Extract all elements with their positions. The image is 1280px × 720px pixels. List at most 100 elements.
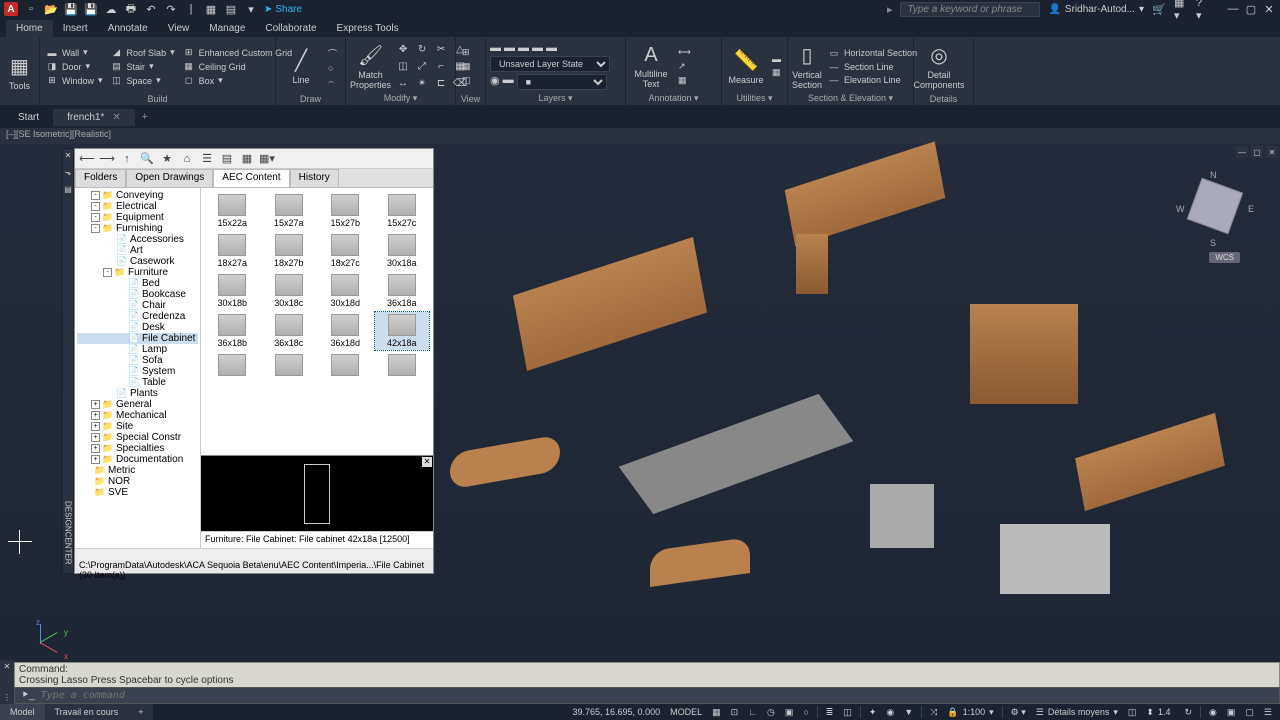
dc-grid[interactable]: 15x22a15x27a15x27b15x27c18x27a18x27b18x2… <box>201 188 433 455</box>
elev-val[interactable]: ⬍ 1.4 <box>1142 705 1178 719</box>
viewcube[interactable]: N S E W <box>1180 174 1250 244</box>
maximize-icon[interactable]: ▢ <box>1244 2 1258 16</box>
cmd-close-icon[interactable]: ✕ <box>4 662 11 671</box>
space-button[interactable]: ◫Space ▾ <box>109 74 177 87</box>
tree-item-lamp[interactable]: 📄Lamp <box>77 344 198 355</box>
line-button[interactable]: ╱Line <box>280 40 322 93</box>
dc-tab-open-drawings[interactable]: Open Drawings <box>126 169 213 187</box>
layer-icon4[interactable]: ▬ <box>532 42 543 54</box>
tree-item-electrical[interactable]: -📁Electrical <box>77 201 198 212</box>
ribbon-tab-collaborate[interactable]: Collaborate <box>255 20 326 37</box>
layer-state-select[interactable]: Unsaved Layer State <box>490 56 610 72</box>
dc-item-42x18a[interactable]: 42x18a <box>375 312 430 350</box>
layer-icon1[interactable]: ▬ <box>490 42 501 54</box>
trans-icon[interactable]: ◫ <box>839 705 856 719</box>
view2-icon[interactable]: ▦ <box>460 60 473 73</box>
grid-icon[interactable]: ▦ <box>708 705 725 719</box>
dc-fav-icon[interactable]: ★ <box>159 151 175 167</box>
plot-icon[interactable]: 🖶 <box>124 2 138 16</box>
layer-icon[interactable]: ▦ <box>204 2 218 16</box>
dc-item-18x27b[interactable]: 18x27b <box>262 232 317 270</box>
dc-close-icon[interactable]: ✕ <box>65 151 72 160</box>
dc-pin-icon[interactable]: ⬎ <box>65 168 72 177</box>
tree-item-documentation[interactable]: +📁Documentation <box>77 454 198 465</box>
ribbon-tab-insert[interactable]: Insert <box>53 20 98 37</box>
layer-c2[interactable]: ▬ <box>503 74 514 90</box>
close-icon[interactable]: ✕ <box>1262 2 1276 16</box>
fillet-icon[interactable]: ⌐ <box>433 59 449 73</box>
dc-tab-history[interactable]: History <box>290 169 339 187</box>
help-icon[interactable]: ? ▾ <box>1196 2 1210 16</box>
tree-item-credenza[interactable]: 📄Credenza <box>77 311 198 322</box>
dc-tree-icon[interactable]: ☰ <box>199 151 215 167</box>
tree-item-table[interactable]: 📄Table <box>77 377 198 388</box>
minimize-icon[interactable]: — <box>1226 2 1240 16</box>
vp-min-icon[interactable]: — <box>1236 146 1248 158</box>
tree-item-furnishing[interactable]: -📁Furnishing <box>77 223 198 234</box>
dc-item-15x27c[interactable]: 15x27c <box>375 192 430 230</box>
space-toggle[interactable]: MODEL <box>666 705 706 719</box>
vsection-button[interactable]: ▯Vertical Section <box>792 40 822 92</box>
view-label[interactable]: [‒][SE Isometric][Realistic] <box>0 128 1280 144</box>
replace-icon[interactable]: ↻ <box>1180 705 1196 719</box>
dc-item-18x27c[interactable]: 18x27c <box>318 232 373 270</box>
ribbon-tab-manage[interactable]: Manage <box>199 20 255 37</box>
mtext-button[interactable]: AMultiline Text <box>630 40 672 92</box>
trim-icon[interactable]: ✂ <box>433 42 449 56</box>
tree-item-metric[interactable]: 📁Metric <box>77 465 198 476</box>
polyline-icon[interactable]: ⌒ <box>326 46 339 61</box>
tree-item-system[interactable]: 📄System <box>77 366 198 377</box>
tab-start[interactable]: Start <box>4 109 53 126</box>
copy-icon[interactable]: ◫ <box>395 59 411 73</box>
wall-button[interactable]: ▬Wall ▾ <box>44 46 105 59</box>
tab-active[interactable]: french1*✕ <box>53 109 135 126</box>
lw-icon[interactable]: ≣ <box>822 705 838 719</box>
hardware-icon[interactable]: ▣ <box>1223 705 1240 719</box>
layer-icon2[interactable]: ▬ <box>504 42 515 54</box>
iso-icon[interactable]: ▣ <box>781 705 798 719</box>
table-icon[interactable]: ▦ <box>676 74 693 87</box>
ribbon-tab-view[interactable]: View <box>158 20 200 37</box>
tree-item-bed[interactable]: 📄Bed <box>77 278 198 289</box>
stretch-icon[interactable]: ↔ <box>395 76 411 90</box>
annoscale-icon[interactable]: ⤨ <box>926 705 941 719</box>
tree-item-file-cabinet[interactable]: 📄File Cabinet <box>77 333 198 344</box>
tree-item-sofa[interactable]: 📄Sofa <box>77 355 198 366</box>
tree-item-mechanical[interactable]: +📁Mechanical <box>77 410 198 421</box>
new-icon[interactable]: ▫ <box>24 2 38 16</box>
tree-item-general[interactable]: +📁General <box>77 399 198 410</box>
tree-item-bookcase[interactable]: 📄Bookcase <box>77 289 198 300</box>
redo-icon[interactable]: ↷ <box>164 2 178 16</box>
dc-search-icon[interactable]: 🔍 <box>139 151 155 167</box>
layers-panel-label[interactable]: Layers ▾ <box>490 92 621 105</box>
dc-views-icon[interactable]: ▦▾ <box>259 151 275 167</box>
tree-item-furniture[interactable]: -📁Furniture <box>77 267 198 278</box>
annotation-panel-label[interactable]: Annotation ▾ <box>630 92 717 105</box>
cutplane-icon[interactable]: ◫ <box>1124 705 1141 719</box>
dc-side-handle[interactable]: ✕ ⬎ ▤ DESIGNCENTER <box>62 148 74 574</box>
wcs-badge[interactable]: WCS <box>1209 252 1240 263</box>
dc-horiz-scroll[interactable] <box>75 548 433 560</box>
filter-icon[interactable]: ▼ <box>900 705 917 719</box>
layer-icon3[interactable]: ▬ <box>518 42 529 54</box>
annoscale-val[interactable]: 🔒 1:100 ▾ <box>943 705 997 719</box>
cmd-handle[interactable]: ✕⋮ <box>0 660 14 704</box>
util2-icon[interactable]: ▦ <box>770 66 783 79</box>
tree-item-equipment[interactable]: -📁Equipment <box>77 212 198 223</box>
tree-item-casework[interactable]: 📄Casework <box>77 256 198 267</box>
user-menu[interactable]: 👤 Sridhar-Autod... ▾ <box>1048 4 1144 15</box>
arc-icon[interactable]: ⌢ <box>326 75 339 88</box>
dc-item-blank-16[interactable] <box>205 352 260 380</box>
search-arrow-icon[interactable]: ▸ <box>887 3 893 16</box>
cmd-chevron-icon[interactable]: ⯈_ <box>21 690 35 701</box>
layer-select[interactable]: ■ <box>517 74 607 90</box>
dc-back-icon[interactable]: ⟵ <box>79 151 95 167</box>
leader-icon[interactable]: ↗ <box>676 60 693 73</box>
dc-menu-icon[interactable]: ▤ <box>64 185 72 194</box>
window-button[interactable]: ⊞Window ▾ <box>44 74 105 87</box>
tree-item-specialties[interactable]: +📁Specialties <box>77 443 198 454</box>
dc-item-36x18a[interactable]: 36x18a <box>375 272 430 310</box>
utilities-panel-label[interactable]: Utilities ▾ <box>726 92 783 105</box>
dc-preview-icon[interactable]: ▤ <box>219 151 235 167</box>
dc-tree[interactable]: -📁Conveying-📁Electrical-📁Equipment-📁Furn… <box>75 188 201 559</box>
